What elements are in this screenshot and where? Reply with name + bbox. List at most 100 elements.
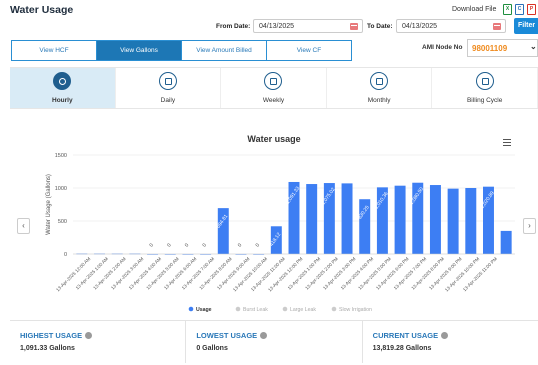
x-tick-label: 13-Apr-2025 1:00 AM bbox=[75, 256, 110, 291]
stat-lowest-usage: LOWEST USAGE 0 Gallons bbox=[186, 321, 363, 363]
period-label: Monthly bbox=[367, 97, 391, 104]
period-selector: Hourly Daily Weekly Monthly Billing Cycle bbox=[10, 67, 538, 109]
bar[interactable] bbox=[465, 188, 477, 254]
data-label: 0 bbox=[184, 242, 191, 248]
x-tick-label: 13-Apr-2025 11:00 PM bbox=[462, 256, 498, 292]
period-billing-cycle[interactable]: Billing Cycle bbox=[432, 68, 538, 108]
x-tick-label: 13-Apr-2025 11:00 AM bbox=[250, 256, 286, 292]
legend-item[interactable]: Burst Leak bbox=[243, 307, 268, 313]
bar[interactable] bbox=[447, 188, 459, 254]
excel-icon[interactable]: X bbox=[503, 4, 512, 15]
stat-label: LOWEST USAGE bbox=[196, 331, 268, 340]
period-label: Billing Cycle bbox=[466, 97, 503, 104]
bar[interactable] bbox=[341, 183, 353, 254]
info-icon[interactable] bbox=[441, 332, 449, 339]
tab-view-cf[interactable]: View CF bbox=[267, 41, 351, 60]
stat-value: 1,091.33 Gallons bbox=[20, 345, 75, 352]
data-label: 0 bbox=[202, 242, 209, 248]
to-date-value: 04/13/2025 bbox=[402, 23, 438, 30]
y-tick-label: 0 bbox=[64, 252, 67, 258]
ami-node-value: 98001109 bbox=[472, 44, 508, 53]
download-file-label: Download File bbox=[452, 6, 497, 13]
bar[interactable] bbox=[500, 230, 512, 254]
stat-value: 0 Gallons bbox=[196, 345, 228, 352]
bill-icon bbox=[475, 72, 494, 90]
x-tick-label: 13-Apr-2025 6:00 AM bbox=[163, 256, 198, 291]
x-tick-label: 13-Apr-2025 8:00 AM bbox=[198, 256, 233, 291]
legend-marker[interactable] bbox=[235, 306, 241, 312]
calendar-icon[interactable] bbox=[493, 23, 501, 30]
ami-node-select[interactable]: 98001109 ⌄ bbox=[467, 39, 538, 57]
period-label: Weekly bbox=[262, 97, 285, 104]
legend-item[interactable]: Slow Irrigation bbox=[339, 307, 372, 313]
water-usage-page: Water Usage Download File XCP From Date:… bbox=[0, 0, 538, 365]
calendar-icon[interactable] bbox=[350, 23, 358, 30]
period-label: Hourly bbox=[52, 97, 73, 104]
to-date-label: To Date: bbox=[367, 23, 393, 30]
page-title: Water Usage bbox=[10, 4, 74, 16]
x-tick-label: 13-Apr-2025 5:00 AM bbox=[145, 256, 180, 291]
data-label: 0 bbox=[237, 242, 244, 248]
y-tick-label: 1500 bbox=[55, 153, 67, 159]
bar[interactable] bbox=[306, 184, 318, 254]
x-tick-label: 13-Apr-2025 4:00 AM bbox=[128, 256, 163, 291]
period-monthly[interactable]: Monthly bbox=[327, 68, 433, 108]
unit-tabs: View HCF View Gallons View Amount Billed Vi… bbox=[11, 40, 352, 61]
x-tick-label: 13-Apr-2025 5:00 PM bbox=[357, 256, 392, 291]
calendar-day-icon bbox=[158, 72, 177, 90]
tab-view-hcf[interactable]: View HCF bbox=[12, 41, 97, 60]
x-tick-label: 13-Apr-2025 3:00 PM bbox=[322, 256, 357, 291]
y-tick-label: 1000 bbox=[55, 186, 67, 192]
legend-marker[interactable] bbox=[188, 306, 194, 312]
period-hourly[interactable]: Hourly bbox=[10, 68, 116, 108]
tab-view-gallons[interactable]: View Gallons bbox=[97, 41, 182, 60]
to-date-input[interactable]: 04/13/2025 bbox=[396, 19, 506, 33]
x-tick-label: 13-Apr-2025 2:00 PM bbox=[304, 256, 339, 291]
x-tick-label: 13-Apr-2025 4:00 PM bbox=[340, 256, 375, 291]
filter-button[interactable]: Filter bbox=[514, 18, 538, 34]
usage-chart: Water usage ‹ › 0 500 1000 1500 Water Usage … bbox=[10, 124, 538, 316]
x-tick-label: 13-Apr-2025 6:00 PM bbox=[375, 256, 410, 291]
bar[interactable] bbox=[429, 185, 441, 254]
calendar-week-icon bbox=[264, 72, 283, 90]
x-tick-label: 13-Apr-2025 3:00 AM bbox=[110, 256, 145, 291]
from-date-label: From Date: bbox=[216, 23, 251, 30]
data-label: 0 bbox=[148, 242, 155, 248]
calendar-month-icon bbox=[370, 72, 389, 90]
x-tick-label: 13-Apr-2025 10:00 AM bbox=[232, 256, 268, 292]
clock-icon bbox=[53, 72, 72, 90]
x-tick-label: 13-Apr-2025 7:00 AM bbox=[181, 256, 216, 291]
data-label: 0 bbox=[166, 242, 173, 248]
x-tick-label: 13-Apr-2025 9:00 AM bbox=[216, 256, 251, 291]
y-axis-label: Water Usage (Gallons) bbox=[46, 174, 52, 235]
info-icon[interactable] bbox=[260, 332, 268, 339]
from-date-value: 04/13/2025 bbox=[259, 23, 295, 30]
x-tick-label: 13-Apr-2025 8:00 PM bbox=[410, 256, 445, 291]
period-daily[interactable]: Daily bbox=[116, 68, 222, 108]
x-tick-label: 13-Apr-2025 12:00 AM bbox=[55, 256, 91, 292]
period-weekly[interactable]: Weekly bbox=[221, 68, 327, 108]
from-date-input[interactable]: 04/13/2025 bbox=[253, 19, 363, 33]
stat-highest-usage: HIGHEST USAGE 1,091.33 Gallons bbox=[10, 321, 187, 363]
legend-item[interactable]: Usage bbox=[196, 307, 212, 313]
y-tick-label: 500 bbox=[58, 219, 67, 225]
x-tick-label: 13-Apr-2025 2:00 AM bbox=[92, 256, 127, 291]
csv-icon[interactable]: C bbox=[515, 4, 524, 15]
tab-view-amount-billed[interactable]: View Amount Billed bbox=[182, 41, 267, 60]
x-tick-label: 13-Apr-2025 1:00 PM bbox=[287, 256, 322, 291]
info-icon[interactable] bbox=[85, 332, 93, 339]
legend-item[interactable]: Large Leak bbox=[290, 307, 316, 313]
legend-marker[interactable] bbox=[331, 306, 337, 312]
data-label: 0 bbox=[255, 242, 262, 248]
legend-marker[interactable] bbox=[282, 306, 288, 312]
stat-label: HIGHEST USAGE bbox=[20, 331, 93, 340]
x-tick-label: 13-Apr-2025 9:00 PM bbox=[428, 256, 463, 291]
pdf-icon[interactable]: P bbox=[527, 4, 536, 15]
stat-value: 13,819.28 Gallons bbox=[372, 345, 432, 352]
period-label: Daily bbox=[160, 97, 176, 104]
x-tick-label: 13-Apr-2025 7:00 PM bbox=[393, 256, 428, 291]
stat-current-usage: CURRENT USAGE 13,819.28 Gallons bbox=[363, 321, 538, 363]
stat-label-text: HIGHEST USAGE bbox=[20, 331, 83, 340]
bar[interactable] bbox=[394, 185, 406, 254]
chevron-down-icon: ⌄ bbox=[530, 42, 537, 51]
